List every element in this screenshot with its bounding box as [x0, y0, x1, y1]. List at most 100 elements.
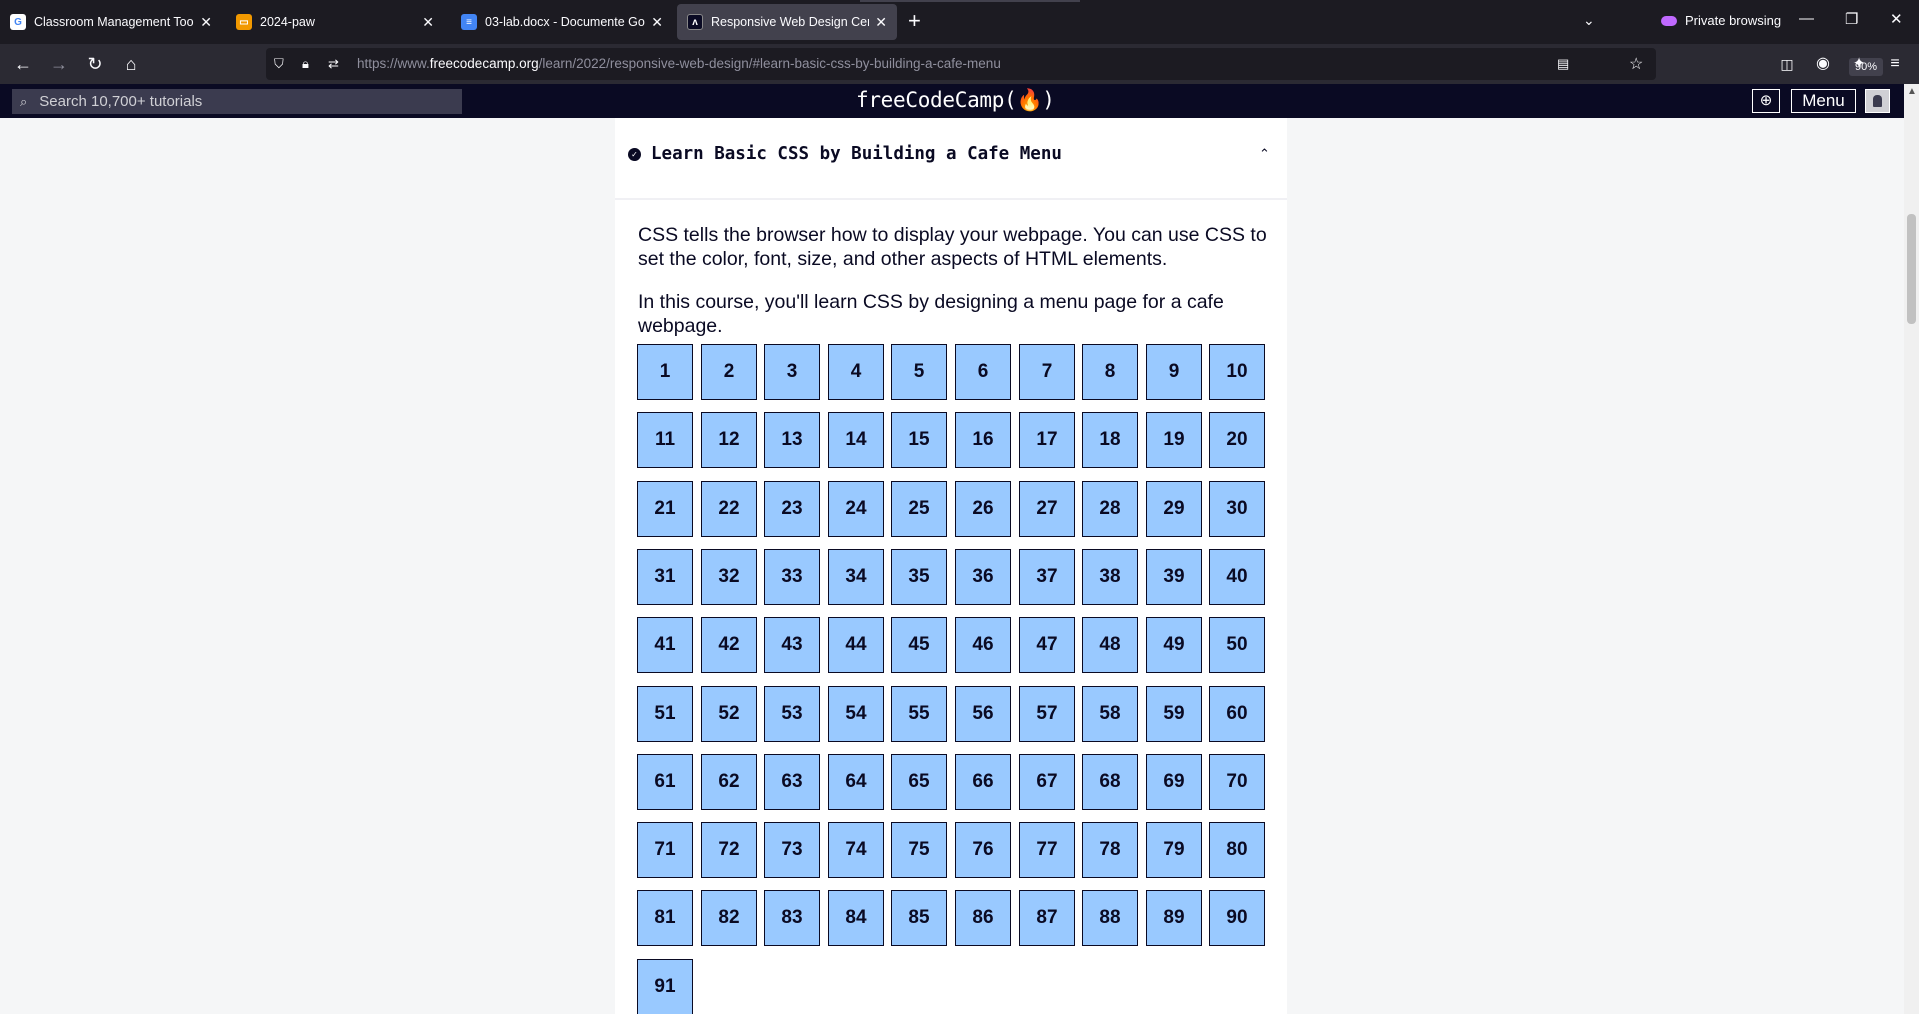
step-button[interactable]: 24: [828, 481, 884, 537]
step-button[interactable]: 62: [701, 754, 757, 810]
step-button[interactable]: 50: [1209, 617, 1265, 673]
step-button[interactable]: 42: [701, 617, 757, 673]
step-button[interactable]: 60: [1209, 686, 1265, 742]
step-button[interactable]: 78: [1082, 822, 1138, 878]
step-button[interactable]: 11: [637, 412, 693, 468]
step-button[interactable]: 58: [1082, 686, 1138, 742]
step-button[interactable]: 61: [637, 754, 693, 810]
account-icon[interactable]: ◉: [1811, 52, 1835, 76]
step-button[interactable]: 87: [1019, 890, 1075, 946]
home-icon[interactable]: ⌂: [119, 52, 143, 76]
back-icon[interactable]: ←: [11, 52, 35, 76]
reload-icon[interactable]: ↻: [83, 52, 107, 76]
step-button[interactable]: 71: [637, 822, 693, 878]
shield-icon[interactable]: ⛉: [274, 56, 284, 72]
tab-03-lab[interactable]: ≡ 03-lab.docx - Documente Goog ✕: [451, 4, 673, 40]
step-button[interactable]: 53: [764, 686, 820, 742]
step-button[interactable]: 44: [828, 617, 884, 673]
step-button[interactable]: 10: [1209, 344, 1265, 400]
step-button[interactable]: 51: [637, 686, 693, 742]
step-button[interactable]: 81: [637, 890, 693, 946]
tab-2024-paw[interactable]: ▭ 2024-paw ✕: [226, 4, 444, 40]
step-button[interactable]: 26: [955, 481, 1011, 537]
step-button[interactable]: 8: [1082, 344, 1138, 400]
step-button[interactable]: 57: [1019, 686, 1075, 742]
close-icon[interactable]: ✕: [875, 14, 887, 31]
close-icon[interactable]: ✕: [651, 14, 663, 31]
url-text[interactable]: https://www.freecodecamp.org/learn/2022/…: [357, 56, 1001, 71]
step-button[interactable]: 43: [764, 617, 820, 673]
block-title[interactable]: Learn Basic CSS by Building a Cafe Menu: [651, 144, 1062, 164]
step-button[interactable]: 33: [764, 549, 820, 605]
tab-responsive-web-design[interactable]: ʌ Responsive Web Design Certific ✕: [677, 4, 897, 40]
new-tab-button[interactable]: +: [908, 10, 921, 32]
step-button[interactable]: 63: [764, 754, 820, 810]
step-button[interactable]: 68: [1082, 754, 1138, 810]
step-button[interactable]: 75: [891, 822, 947, 878]
step-button[interactable]: 12: [701, 412, 757, 468]
close-icon[interactable]: ✕: [422, 14, 434, 31]
step-button[interactable]: 16: [955, 412, 1011, 468]
restore-icon[interactable]: ❐: [1845, 10, 1858, 28]
step-button[interactable]: 3: [764, 344, 820, 400]
step-button[interactable]: 67: [1019, 754, 1075, 810]
step-button[interactable]: 36: [955, 549, 1011, 605]
chevron-up-icon[interactable]: ⌃: [1259, 146, 1270, 162]
step-button[interactable]: 7: [1019, 344, 1075, 400]
step-button[interactable]: 32: [701, 549, 757, 605]
language-globe-icon[interactable]: ⊕: [1752, 89, 1780, 113]
step-button[interactable]: 73: [764, 822, 820, 878]
step-button[interactable]: 79: [1146, 822, 1202, 878]
step-button[interactable]: 56: [955, 686, 1011, 742]
forward-icon[interactable]: →: [47, 52, 71, 76]
step-button[interactable]: 89: [1146, 890, 1202, 946]
step-button[interactable]: 40: [1209, 549, 1265, 605]
hamburger-menu-icon[interactable]: ≡: [1883, 52, 1907, 76]
step-button[interactable]: 64: [828, 754, 884, 810]
step-button[interactable]: 90: [1209, 890, 1265, 946]
step-button[interactable]: 85: [891, 890, 947, 946]
step-button[interactable]: 84: [828, 890, 884, 946]
step-button[interactable]: 2: [701, 344, 757, 400]
minimize-icon[interactable]: —: [1799, 10, 1814, 27]
close-window-icon[interactable]: ✕: [1890, 10, 1903, 28]
permissions-icon[interactable]: ⇄: [328, 56, 339, 72]
step-button[interactable]: 17: [1019, 412, 1075, 468]
extensions-icon[interactable]: ✦: [1847, 52, 1871, 76]
page-scrollbar[interactable]: ▲: [1904, 84, 1919, 1014]
step-button[interactable]: 82: [701, 890, 757, 946]
step-button[interactable]: 76: [955, 822, 1011, 878]
step-button[interactable]: 55: [891, 686, 947, 742]
chevron-down-icon[interactable]: ⌄: [1583, 12, 1595, 29]
reader-view-icon[interactable]: ▤: [1557, 56, 1569, 72]
step-button[interactable]: 22: [701, 481, 757, 537]
step-button[interactable]: 20: [1209, 412, 1265, 468]
step-button[interactable]: 5: [891, 344, 947, 400]
bookmark-star-icon[interactable]: ☆: [1629, 54, 1643, 74]
step-button[interactable]: 9: [1146, 344, 1202, 400]
step-button[interactable]: 48: [1082, 617, 1138, 673]
step-button[interactable]: 88: [1082, 890, 1138, 946]
step-button[interactable]: 72: [701, 822, 757, 878]
step-button[interactable]: 54: [828, 686, 884, 742]
step-button[interactable]: 18: [1082, 412, 1138, 468]
site-logo[interactable]: freeCodeCamp(🔥): [856, 88, 1055, 113]
step-button[interactable]: 21: [637, 481, 693, 537]
close-icon[interactable]: ✕: [200, 14, 212, 31]
step-button[interactable]: 45: [891, 617, 947, 673]
menu-button[interactable]: Menu: [1791, 89, 1856, 113]
step-button[interactable]: 77: [1019, 822, 1075, 878]
step-button[interactable]: 39: [1146, 549, 1202, 605]
step-button[interactable]: 65: [891, 754, 947, 810]
tab-classroom[interactable]: G Classroom Management Tools ( ✕: [0, 4, 222, 40]
step-button[interactable]: 13: [764, 412, 820, 468]
step-button[interactable]: 66: [955, 754, 1011, 810]
step-button[interactable]: 46: [955, 617, 1011, 673]
step-button[interactable]: 59: [1146, 686, 1202, 742]
step-button[interactable]: 91: [637, 959, 693, 1014]
step-button[interactable]: 35: [891, 549, 947, 605]
step-button[interactable]: 41: [637, 617, 693, 673]
step-button[interactable]: 28: [1082, 481, 1138, 537]
step-button[interactable]: 70: [1209, 754, 1265, 810]
lock-icon[interactable]: 🔒︎: [302, 56, 309, 72]
